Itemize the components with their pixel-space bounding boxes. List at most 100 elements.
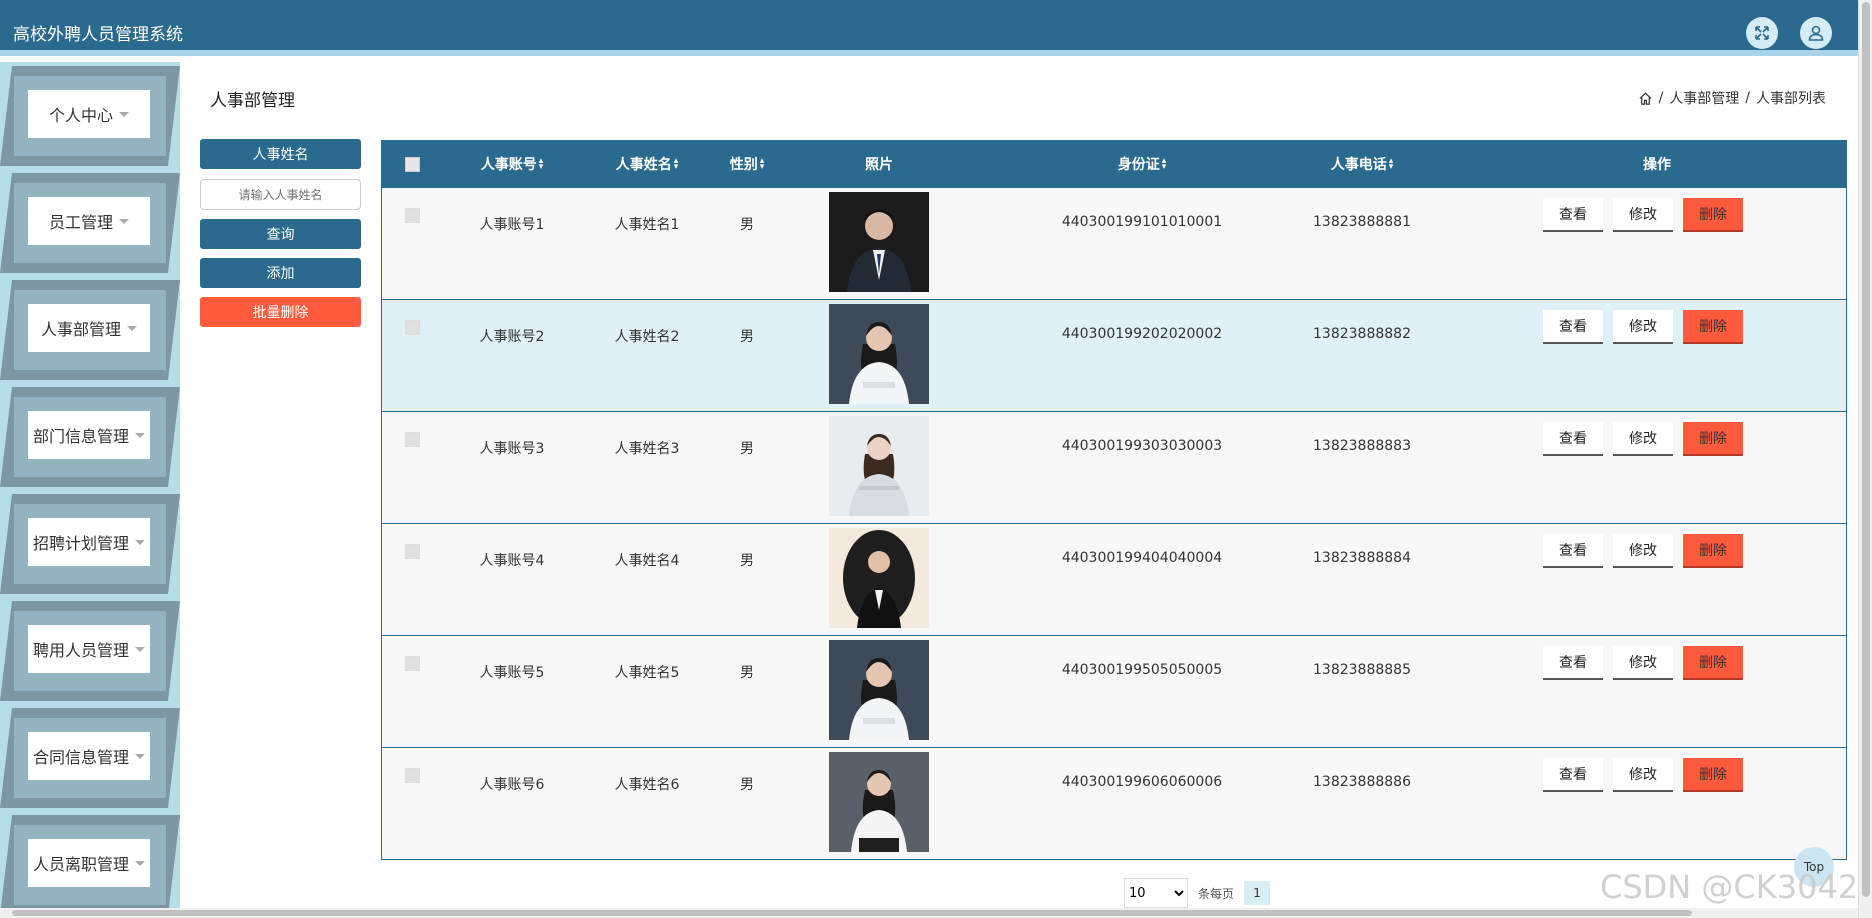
- page-title: 人事部管理: [210, 91, 295, 111]
- chevron-down-icon: [127, 325, 137, 331]
- select-all-checkbox[interactable]: [402, 141, 422, 187]
- cell-id-card: 440300199303030003: [1061, 438, 1223, 454]
- sort-icon: ▴ ▾: [673, 156, 679, 172]
- table-row: 人事账号3 人事姓名3 男 440300199303030003 1382388…: [382, 411, 1846, 523]
- cell-name: 人事姓名1: [614, 217, 680, 233]
- page-size-select[interactable]: 10: [1124, 878, 1188, 908]
- cell-gender: 男: [740, 329, 754, 345]
- sidebar-item-hr[interactable]: 人事部管理: [0, 276, 180, 380]
- delete-button[interactable]: 删除: [1683, 534, 1743, 568]
- person-photo-image: [829, 192, 929, 292]
- cell-account: 人事账号5: [479, 665, 545, 681]
- fullscreen-icon: [1755, 26, 1769, 40]
- breadcrumb-separator: /: [1658, 90, 1664, 106]
- table-row: 人事账号6 人事姓名6 男 440300199606060006 1382388…: [382, 747, 1846, 859]
- edit-button[interactable]: 修改: [1613, 310, 1673, 344]
- sort-icon: ▴ ▾: [1388, 156, 1394, 172]
- row-checkbox[interactable]: [405, 768, 420, 783]
- user-button[interactable]: [1800, 17, 1832, 49]
- cell-phone: 13823888882: [1313, 326, 1411, 342]
- person-photo-image: [829, 528, 929, 628]
- search-input[interactable]: [200, 179, 361, 210]
- vertical-scrollbar[interactable]: [1858, 0, 1872, 918]
- sidebar-item-contract[interactable]: 合同信息管理: [0, 704, 180, 808]
- edit-button[interactable]: 修改: [1613, 422, 1673, 456]
- chevron-down-icon: [135, 432, 145, 438]
- chevron-down-icon: [135, 539, 145, 545]
- delete-button[interactable]: 删除: [1683, 646, 1743, 680]
- fullscreen-button[interactable]: [1746, 17, 1778, 49]
- column-header-gender[interactable]: 性别 ▴ ▾: [697, 141, 797, 187]
- breadcrumb-item[interactable]: 人事部管理: [1669, 88, 1739, 108]
- column-header-id-card[interactable]: 身份证 ▴ ▾: [1022, 141, 1262, 187]
- horizontal-scrollbar[interactable]: [0, 908, 1858, 918]
- batch-delete-button[interactable]: 批量删除: [200, 297, 361, 327]
- edit-button[interactable]: 修改: [1613, 534, 1673, 568]
- sidebar-item-resignation[interactable]: 人员离职管理: [0, 811, 180, 915]
- query-button[interactable]: 查询: [200, 219, 361, 249]
- sidebar: 个人中心 员工管理 人事部管理 部门信息管理 招聘计划管理 聘用人员管理 合同信…: [0, 62, 180, 915]
- sort-icon: ▴ ▾: [759, 156, 765, 172]
- search-panel: 人事姓名 查询 添加 批量删除: [200, 139, 361, 327]
- table-row: 人事账号5 人事姓名5 男 440300199505050005 1382388…: [382, 635, 1846, 747]
- row-checkbox[interactable]: [405, 208, 420, 223]
- photo: [829, 528, 929, 628]
- cell-gender: 男: [740, 777, 754, 793]
- delete-button[interactable]: 删除: [1683, 758, 1743, 792]
- sidebar-item-department[interactable]: 部门信息管理: [0, 383, 180, 487]
- app-title: 高校外聘人员管理系统: [13, 25, 183, 45]
- chevron-down-icon: [119, 218, 129, 224]
- breadcrumb: / 人事部管理 / 人事部列表: [1638, 88, 1826, 108]
- column-header-phone[interactable]: 人事电话 ▴ ▾: [1262, 141, 1462, 187]
- row-checkbox[interactable]: [405, 320, 420, 335]
- sidebar-item-recruit-plan[interactable]: 招聘计划管理: [0, 490, 180, 594]
- sidebar-item-personal-center[interactable]: 个人中心: [0, 62, 180, 166]
- row-checkbox[interactable]: [405, 544, 420, 559]
- cell-id-card: 440300199101010001: [1061, 214, 1223, 230]
- per-page-label: 条每页: [1198, 886, 1235, 901]
- row-checkbox[interactable]: [405, 432, 420, 447]
- delete-button[interactable]: 删除: [1683, 422, 1743, 456]
- sort-icon: ▴ ▾: [1161, 156, 1167, 172]
- add-button[interactable]: 添加: [200, 258, 361, 288]
- view-button[interactable]: 查看: [1543, 198, 1603, 232]
- sidebar-item-label: 员工管理: [48, 213, 113, 232]
- edit-button[interactable]: 修改: [1613, 758, 1673, 792]
- person-photo-image: [829, 752, 929, 852]
- cell-name: 人事姓名5: [614, 665, 680, 681]
- cell-id-card: 440300199202020002: [1061, 326, 1223, 342]
- table-row: 人事账号2 人事姓名2 男 440300199202020002 1382388…: [382, 299, 1846, 411]
- photo: [829, 304, 929, 404]
- page-number[interactable]: 1: [1244, 881, 1271, 905]
- delete-button[interactable]: 删除: [1683, 198, 1743, 232]
- search-field-label: 人事姓名: [200, 139, 361, 169]
- view-button[interactable]: 查看: [1543, 422, 1603, 456]
- sidebar-item-label: 人员离职管理: [32, 855, 129, 874]
- edit-button[interactable]: 修改: [1613, 646, 1673, 680]
- cell-gender: 男: [740, 665, 754, 681]
- cell-account: 人事账号3: [479, 441, 545, 457]
- cell-id-card: 440300199404040004: [1061, 550, 1223, 566]
- column-header-name[interactable]: 人事姓名 ▴ ▾: [577, 141, 717, 187]
- chevron-down-icon: [135, 646, 145, 652]
- cell-id-card: 440300199505050005: [1061, 662, 1223, 678]
- view-button[interactable]: 查看: [1543, 646, 1603, 680]
- cell-phone: 13823888886: [1313, 774, 1411, 790]
- top-header: 高校外聘人员管理系统: [0, 0, 1858, 56]
- table-row: 人事账号1 人事姓名1 男 440300199101010001 1382388…: [382, 187, 1846, 299]
- sidebar-item-employee[interactable]: 员工管理: [0, 169, 180, 273]
- column-header-account[interactable]: 人事账号 ▴ ▾: [442, 141, 582, 187]
- table-header: 人事账号 ▴ ▾ 人事姓名 ▴ ▾ 性别 ▴ ▾ 照片 身份证 ▴ ▾ 人事电话 ▴ ▾ 操作: [382, 141, 1846, 187]
- breadcrumb-item: 人事部列表: [1756, 91, 1826, 107]
- delete-button[interactable]: 删除: [1683, 310, 1743, 344]
- home-icon[interactable]: [1638, 91, 1653, 106]
- view-button[interactable]: 查看: [1543, 534, 1603, 568]
- edit-button[interactable]: 修改: [1613, 198, 1673, 232]
- cell-id-card: 440300199606060006: [1061, 774, 1223, 790]
- view-button[interactable]: 查看: [1543, 310, 1603, 344]
- hr-table: 人事账号 ▴ ▾ 人事姓名 ▴ ▾ 性别 ▴ ▾ 照片 身份证 ▴ ▾ 人事电话 ▴ ▾ 操作 人事…: [381, 140, 1847, 860]
- sidebar-item-hired-staff[interactable]: 聘用人员管理: [0, 597, 180, 701]
- chevron-down-icon: [135, 753, 145, 759]
- view-button[interactable]: 查看: [1543, 758, 1603, 792]
- row-checkbox[interactable]: [405, 656, 420, 671]
